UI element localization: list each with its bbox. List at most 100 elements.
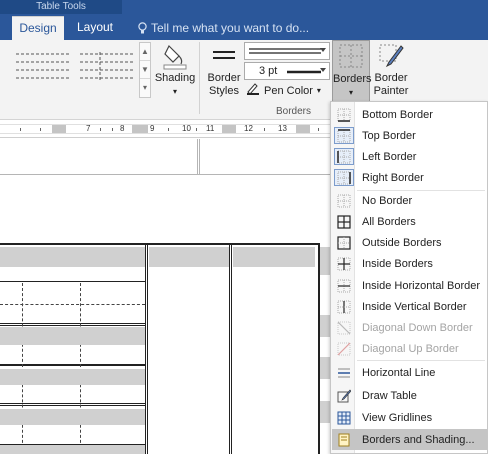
border-painter-button[interactable]: Border Painter <box>371 40 411 102</box>
ruler-number: 7 <box>86 124 91 133</box>
table-column-border <box>229 245 232 454</box>
table-style-swatch-1[interactable] <box>14 50 72 86</box>
menu-item-all-borders[interactable]: All Borders <box>332 211 487 232</box>
scroll-up-icon[interactable]: ▲ <box>140 43 150 61</box>
border-styles-icon <box>211 42 237 70</box>
menu-item-label: Draw Table <box>362 389 417 402</box>
menu-item-outside-borders[interactable]: Outside Borders <box>332 232 487 253</box>
tab-design[interactable]: Design <box>12 16 64 40</box>
pen-color-dropdown-icon: ▾ <box>316 86 321 95</box>
menu-item-inside-vertical-border[interactable]: Inside Vertical Border <box>332 296 487 317</box>
title-bar: Table Tools Design Layout Tell me what y… <box>0 0 488 40</box>
diagonal-down-border-icon <box>334 319 354 336</box>
ruler-column-marker[interactable] <box>296 125 310 133</box>
ruler-margin-marker[interactable] <box>52 125 66 133</box>
menu-item-draw-table[interactable]: Draw Table <box>332 385 487 406</box>
tell-me-text: Tell me what you want to do... <box>151 21 310 35</box>
ruler-number: 9 <box>150 124 155 133</box>
word-window: Table Tools Design Layout Tell me what y… <box>0 0 488 454</box>
border-painter-label-1: Border <box>374 72 408 84</box>
scroll-down-icon[interactable]: ▼ <box>140 61 150 79</box>
menu-item-label: Outside Borders <box>362 236 442 249</box>
table-shaded-cell[interactable] <box>0 409 145 425</box>
menu-item-right-border[interactable]: Right Border <box>332 167 487 188</box>
menu-item-view-gridlines[interactable]: View Gridlines <box>332 407 487 428</box>
table-shaded-cell[interactable] <box>0 369 145 385</box>
shading-button[interactable]: Shading ▾ <box>154 40 196 102</box>
outside-borders-icon <box>334 234 354 251</box>
border-styles-label-1: Border <box>207 72 241 84</box>
more-styles-icon[interactable]: ▾ <box>140 79 150 97</box>
menu-item-label: Inside Vertical Border <box>362 300 467 313</box>
menu-item-label: No Border <box>362 194 413 207</box>
bottom-border-icon <box>334 106 354 123</box>
border-painter-icon <box>377 42 405 70</box>
menu-item-diagonal-up-border[interactable]: Diagonal Up Border <box>332 338 487 359</box>
border-styles-button[interactable]: Border Styles <box>202 40 246 102</box>
ruler-number: 8 <box>120 124 125 133</box>
left-border-icon <box>334 148 354 165</box>
menu-item-top-border[interactable]: Top Border <box>332 125 487 146</box>
tab-layout[interactable]: Layout <box>66 16 124 40</box>
table-header-cell[interactable] <box>0 247 145 267</box>
header-divider <box>197 139 198 175</box>
paint-bucket-icon <box>161 42 189 70</box>
ruler-number: 13 <box>278 124 287 133</box>
borders-button[interactable]: Borders ▾ <box>332 40 372 102</box>
table-styles-scroller[interactable]: ▲ ▼ ▾ <box>139 42 151 98</box>
line-style-dropdown-icon <box>320 48 326 52</box>
top-border-icon <box>334 127 354 144</box>
ruler-column-marker[interactable] <box>222 125 236 133</box>
menu-item-label: Diagonal Down Border <box>362 321 473 334</box>
table-shaded-cell <box>320 315 330 337</box>
menu-item-borders-and-shading[interactable]: Borders and Shading... <box>332 429 487 450</box>
ruler-tick <box>196 128 197 131</box>
horizontal-line-icon <box>334 364 354 381</box>
tell-me-search[interactable]: Tell me what you want to do... <box>138 18 309 38</box>
line-weight-dropdown[interactable]: 3 pt <box>244 62 330 80</box>
table-style-swatch-2[interactable] <box>78 50 136 86</box>
pen-icon <box>246 81 260 101</box>
border-styles-label-2: Styles <box>209 85 239 97</box>
diagonal-up-border-icon <box>334 340 354 357</box>
table-column-border <box>145 245 148 454</box>
ruler-tick <box>100 128 101 131</box>
table-shaded-cell <box>320 357 330 379</box>
ruler-column-marker[interactable] <box>132 125 148 133</box>
menu-item-label: Bottom Border <box>362 108 433 121</box>
borders-dropdown-icon: ▾ <box>348 88 353 97</box>
menu-separator <box>357 360 485 361</box>
pen-color-label: Pen Color <box>264 85 313 97</box>
draw-table-icon <box>334 387 354 404</box>
menu-item-label: Right Border <box>362 171 424 184</box>
menu-item-left-border[interactable]: Left Border <box>332 146 487 167</box>
line-style-dropdown[interactable] <box>244 42 330 60</box>
menu-item-no-border[interactable]: No Border <box>332 190 487 211</box>
table-header-cell[interactable] <box>233 247 315 267</box>
ruler-number: 12 <box>244 124 253 133</box>
ribbon-divider <box>199 42 200 114</box>
menu-item-label: Diagonal Up Border <box>362 342 459 355</box>
shading-dropdown-icon: ▾ <box>172 87 177 96</box>
table-header-cell[interactable] <box>149 247 229 267</box>
menu-item-diagonal-down-border[interactable]: Diagonal Down Border <box>332 317 487 338</box>
table-inner-gridline <box>22 283 23 453</box>
lightbulb-icon <box>138 22 147 34</box>
table-shaded-cell[interactable] <box>0 445 145 454</box>
menu-item-horizontal-line[interactable]: Horizontal Line <box>332 362 487 383</box>
ruler-tick <box>168 128 169 131</box>
ruler-tick <box>264 128 265 131</box>
view-gridlines-icon <box>334 409 354 426</box>
inside-borders-icon <box>334 255 354 272</box>
pen-color-button[interactable]: Pen Color ▾ <box>244 82 330 100</box>
borders-and-shading-icon <box>334 431 354 448</box>
line-weight-value: 3 pt <box>259 65 278 77</box>
context-tab-label: Table Tools <box>0 0 122 14</box>
menu-item-bottom-border[interactable]: Bottom Border <box>332 104 487 125</box>
menu-item-inside-borders[interactable]: Inside Borders <box>332 253 487 274</box>
ruler-tick <box>318 128 319 131</box>
table-shaded-cell[interactable] <box>0 327 145 345</box>
ruler-number: 11 <box>206 124 215 133</box>
line-weight-dropdown-icon <box>320 68 326 72</box>
menu-item-inside-horizontal-border[interactable]: Inside Horizontal Border <box>332 275 487 296</box>
